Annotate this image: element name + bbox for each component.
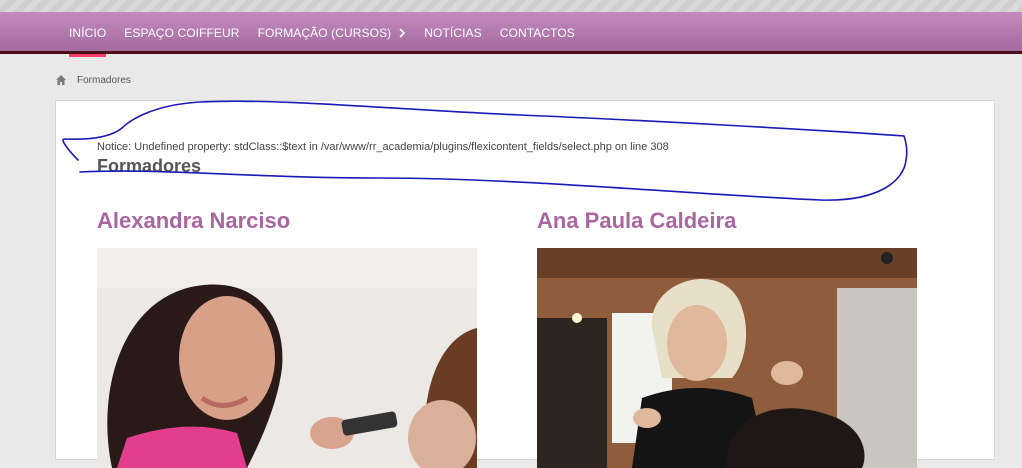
formador-name-ana-paula[interactable]: Ana Paula Caldeira — [537, 208, 736, 234]
nav-label: INÍCIO — [69, 26, 107, 40]
nav-item-noticias[interactable]: NOTÍCIAS — [415, 12, 490, 54]
nav-item-formacao-cursos[interactable]: FORMAÇÃO (CURSOS) — [249, 12, 416, 54]
page-title: Formadores — [97, 156, 202, 176]
nav-label: ESPAÇO COIFFEUR — [124, 26, 240, 40]
photo-image — [97, 248, 477, 468]
breadcrumb: Formadores — [55, 72, 131, 88]
nav-label: FORMAÇÃO (CURSOS) — [257, 26, 392, 40]
nav-label: NOTÍCIAS — [424, 26, 482, 40]
breadcrumb-current: Formadores — [77, 74, 131, 86]
photo-image — [537, 248, 917, 468]
formador-photo-ana-paula[interactable] — [537, 248, 917, 468]
nav-item-contactos[interactable]: CONTACTOS — [491, 12, 584, 54]
main-navbar: INÍCIO ESPAÇO COIFFEUR FORMAÇÃO (CURSOS)… — [0, 12, 1022, 57]
formador-photo-alexandra[interactable] — [97, 248, 477, 468]
php-notice: Notice: Undefined property: stdClass::$t… — [97, 141, 669, 153]
chevron-right-icon — [399, 28, 406, 38]
home-icon[interactable] — [55, 74, 67, 86]
content-panel: Notice: Undefined property: stdClass::$t… — [55, 100, 995, 468]
nav-item-inicio[interactable]: INÍCIO — [60, 12, 115, 57]
formador-name-alexandra[interactable]: Alexandra Narciso — [97, 208, 290, 234]
nav-item-espaco-coiffeur[interactable]: ESPAÇO COIFFEUR — [115, 12, 248, 54]
main-nav: INÍCIO ESPAÇO COIFFEUR FORMAÇÃO (CURSOS)… — [60, 12, 584, 57]
nav-label: CONTACTOS — [499, 26, 575, 40]
